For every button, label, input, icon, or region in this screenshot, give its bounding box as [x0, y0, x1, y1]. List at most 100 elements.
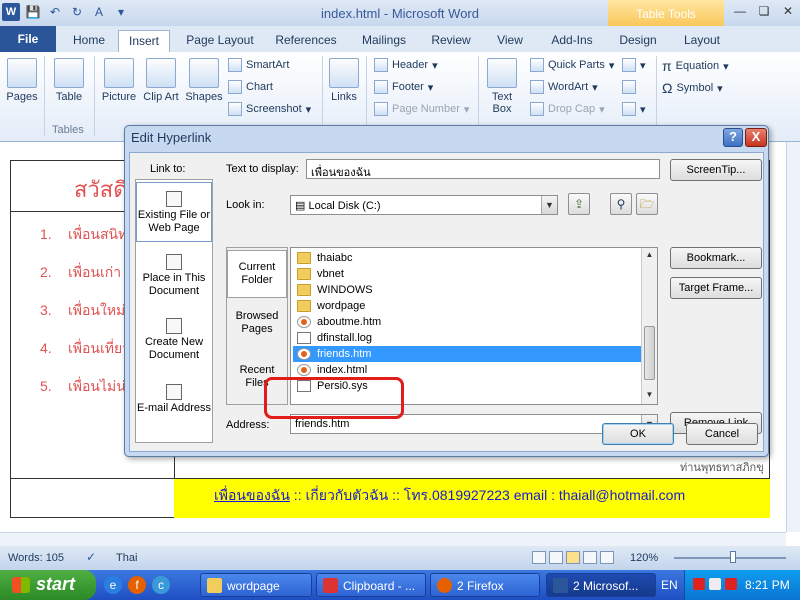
proofing-icon[interactable]: ✓ — [86, 550, 100, 564]
browser-icon[interactable]: c — [152, 576, 170, 594]
tray-security-icon[interactable] — [725, 578, 737, 590]
chevron-down-icon: ▾ — [608, 59, 615, 72]
tray-help-icon[interactable] — [693, 578, 705, 590]
language-indicator[interactable]: Thai — [116, 552, 137, 564]
signature-line-button[interactable]: ▾ — [622, 58, 646, 72]
link-to-existing-file[interactable]: Existing File or Web Page — [136, 182, 212, 242]
list-item[interactable]: WINDOWS — [293, 282, 643, 298]
target-frame-button[interactable]: Target Frame... — [670, 277, 762, 299]
full-screen-reading-icon[interactable] — [549, 551, 563, 564]
shapes-button[interactable]: Shapes — [184, 58, 224, 103]
restore-icon[interactable]: ❏ — [756, 4, 772, 20]
taskbar-item-wordpage[interactable]: wordpage — [200, 573, 312, 597]
dialog-close-button[interactable]: X — [745, 128, 767, 147]
equation-button[interactable]: π Equation ▾ — [662, 58, 729, 74]
clock[interactable]: 8:21 PM — [745, 578, 790, 592]
wordart-button[interactable]: WordArt ▾ — [530, 80, 598, 94]
taskbar-item-firefox[interactable]: 2 Firefox — [430, 573, 540, 597]
horizontal-scrollbar[interactable] — [0, 532, 786, 546]
zoom-slider-thumb[interactable] — [730, 551, 736, 563]
scroll-down-icon[interactable]: ▼ — [644, 390, 655, 402]
screenshot-button[interactable]: Screenshot ▾ — [228, 102, 311, 116]
zoom-level[interactable]: 120% — [630, 552, 658, 564]
drop-cap-button[interactable]: Drop Cap ▾ — [530, 102, 605, 116]
links-button[interactable]: Links — [328, 58, 360, 103]
firefox-icon[interactable]: f — [128, 576, 146, 594]
drive-icon: ▤ — [295, 200, 309, 212]
close-icon[interactable]: ✕ — [780, 4, 796, 20]
draft-icon[interactable] — [600, 551, 614, 564]
bookmark-button[interactable]: Bookmark... — [670, 247, 762, 269]
scroll-up-icon[interactable]: ▲ — [644, 250, 655, 262]
file-list-scrollbar[interactable]: ▲ ▼ — [641, 248, 657, 404]
web-layout-icon[interactable] — [566, 551, 580, 564]
link-to-new-document[interactable]: Create New Document — [136, 318, 212, 374]
tray-network-icon[interactable] — [709, 578, 721, 590]
list-item-selected[interactable]: friends.htm — [293, 346, 643, 362]
text-to-display-label: Text to display: — [226, 163, 299, 175]
print-layout-icon[interactable] — [532, 551, 546, 564]
tab-page-layout[interactable]: Page Layout — [182, 30, 258, 52]
page-number-button[interactable]: Page Number ▾ — [374, 102, 469, 116]
date-time-button[interactable] — [622, 80, 636, 94]
friends-hyperlink[interactable]: เพื่อนของฉัน — [214, 487, 290, 503]
input-language[interactable]: EN — [661, 578, 678, 592]
list-item[interactable]: aboutme.htm — [293, 314, 643, 330]
text-box-button[interactable]: Text Box — [484, 58, 520, 115]
minimize-icon[interactable]: — — [732, 4, 748, 20]
current-folder-tab[interactable]: Current Folder — [227, 250, 287, 298]
list-item[interactable]: wordpage — [293, 298, 643, 314]
tab-home[interactable]: Home — [66, 30, 112, 52]
tab-view[interactable]: View — [492, 30, 528, 52]
list-item[interactable]: index.html — [293, 362, 643, 378]
tab-add-ins[interactable]: Add-Ins — [544, 30, 600, 52]
taskbar-item-clipboard[interactable]: Clipboard - ... — [316, 573, 426, 597]
word-count[interactable]: Words: 105 — [8, 552, 64, 564]
text-to-display-input[interactable]: เพื่อนของฉัน — [306, 159, 660, 179]
folder-icon — [297, 252, 311, 264]
start-button[interactable]: start — [0, 570, 96, 600]
look-in-select[interactable]: ▤ Local Disk (C:) ▼ — [290, 195, 558, 215]
tab-insert[interactable]: Insert — [118, 30, 170, 52]
footer-button[interactable]: Footer ▾ — [374, 80, 433, 94]
quick-parts-button[interactable]: Quick Parts ▾ — [530, 58, 614, 72]
chart-button[interactable]: Chart — [228, 80, 273, 94]
edit-hyperlink-dialog: Edit Hyperlink ? X Link to: Existing Fil… — [124, 125, 769, 457]
screentip-button[interactable]: ScreenTip... — [670, 159, 762, 181]
smartart-button[interactable]: SmartArt — [228, 58, 289, 72]
tab-layout[interactable]: Layout — [676, 30, 728, 52]
tab-mailings[interactable]: Mailings — [356, 30, 412, 52]
tab-design[interactable]: Design — [612, 30, 664, 52]
browsed-pages-tab[interactable]: Browsed Pages — [227, 310, 287, 344]
tab-file[interactable]: File — [0, 26, 56, 52]
dialog-help-button[interactable]: ? — [723, 128, 743, 147]
table-button[interactable]: Table — [50, 58, 88, 103]
vertical-scrollbar[interactable] — [786, 142, 800, 532]
ok-button[interactable]: OK — [602, 423, 674, 445]
header-button[interactable]: Header ▾ — [374, 58, 438, 72]
file-list-scroll-thumb[interactable] — [644, 326, 655, 380]
wordart-icon — [530, 80, 544, 94]
link-to-place-in-document[interactable]: Place in This Document — [136, 254, 212, 310]
up-one-folder-button[interactable]: ⇪ — [568, 193, 590, 215]
drop-cap-icon — [530, 102, 544, 116]
title-bar: W 💾 ↶ ↻ A ▾ index.html - Microsoft Word … — [0, 0, 800, 26]
link-to-email-address[interactable]: E-mail Address — [136, 384, 212, 434]
cancel-button[interactable]: Cancel — [686, 423, 758, 445]
clip-art-button[interactable]: Clip Art — [142, 58, 180, 103]
symbol-button[interactable]: Ω Symbol ▾ — [662, 80, 723, 96]
picture-button[interactable]: Picture — [100, 58, 138, 103]
list-item[interactable]: thaiabc — [293, 250, 643, 266]
tab-review[interactable]: Review — [426, 30, 476, 52]
pages-button[interactable]: Pages — [4, 58, 40, 103]
browse-web-button[interactable]: ⚲ — [610, 193, 632, 215]
object-button[interactable]: ▾ — [622, 102, 646, 116]
chevron-down-icon[interactable]: ▼ — [541, 196, 557, 214]
outline-icon[interactable] — [583, 551, 597, 564]
taskbar-item-word[interactable]: 2 Microsof... — [546, 573, 656, 597]
browse-file-button[interactable]: 🗁 — [636, 193, 658, 215]
list-item[interactable]: dfinstall.log — [293, 330, 643, 346]
internet-explorer-icon[interactable]: e — [104, 576, 122, 594]
tab-references[interactable]: References — [272, 30, 340, 52]
list-item[interactable]: vbnet — [293, 266, 643, 282]
